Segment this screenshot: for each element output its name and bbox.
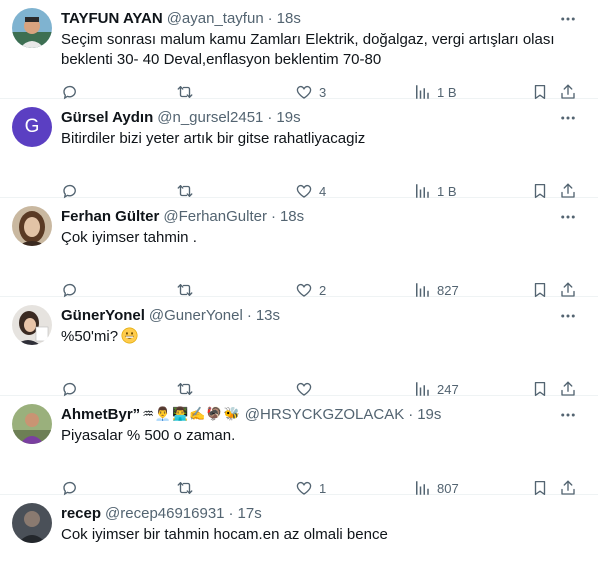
author-handle[interactable]: @FerhanGulter xyxy=(163,208,267,225)
avatar[interactable] xyxy=(12,305,52,345)
author-name[interactable]: Gürsel Aydın xyxy=(61,109,153,126)
views-count: 247 xyxy=(437,381,459,397)
timestamp[interactable]: 13s xyxy=(256,307,280,324)
avatar[interactable] xyxy=(12,206,52,246)
more-icon[interactable] xyxy=(558,306,578,326)
timestamp[interactable]: 18s xyxy=(280,208,304,225)
author-name[interactable]: TAYFUN AYAN xyxy=(61,10,163,27)
tweet[interactable]: recep @recep46916931 · 17s Cok iyimser b… xyxy=(0,495,598,575)
tweet-text: Çok iyimser tahmin . xyxy=(61,229,197,246)
like-count: 3 xyxy=(319,84,327,100)
tweet-text-wrapper: %50'mi? xyxy=(61,327,578,347)
avatar[interactable] xyxy=(12,503,52,543)
author-name[interactable]: GünerYonel xyxy=(61,307,145,324)
separator-dot: · xyxy=(246,306,252,324)
timestamp[interactable]: 19s xyxy=(276,109,300,126)
reply-feed: TAYFUN AYAN @ayan_tayfun · 18s Seçim son… xyxy=(0,0,598,576)
tweet[interactable]: AhmetByr” ♒👨‍💼👨‍💻✍️🦃🐝 @HRSYCKGZOLACAK · … xyxy=(0,396,598,496)
tweet[interactable]: GünerYonel @GunerYonel · 13s %50'mi? 247 xyxy=(0,297,598,397)
tweet-text: Piyasalar % 500 o zaman. xyxy=(61,427,236,444)
tweet[interactable]: TAYFUN AYAN @ayan_tayfun · 18s Seçim son… xyxy=(0,0,598,100)
timestamp[interactable]: 18s xyxy=(277,10,301,27)
separator-dot: · xyxy=(270,207,276,225)
tweet-text: %50'mi? xyxy=(61,328,119,345)
views-count: 1 B xyxy=(437,183,457,199)
author-handle[interactable]: @HRSYCKGZOLACAK xyxy=(245,406,404,423)
separator-dot: · xyxy=(228,504,234,522)
name-emojis: ♒👨‍💼👨‍💻✍️🦃🐝 xyxy=(142,406,241,422)
author-handle[interactable]: @n_gursel2451 xyxy=(157,109,263,126)
tweet-text: Seçim sonrası malum kamu Zamları Elektri… xyxy=(61,31,555,68)
separator-dot: · xyxy=(408,405,414,423)
author-handle[interactable]: @GunerYonel xyxy=(149,307,243,324)
views-count: 807 xyxy=(437,480,459,496)
views-count: 827 xyxy=(437,282,459,298)
tweet-text: Cok iyimser bir tahmin hocam.en az olmal… xyxy=(61,526,388,543)
author-handle[interactable]: @ayan_tayfun xyxy=(167,10,264,27)
separator-dot: · xyxy=(267,9,273,27)
author-name[interactable]: recep xyxy=(61,505,101,522)
timestamp[interactable]: 19s xyxy=(417,406,441,423)
timestamp[interactable]: 17s xyxy=(238,505,262,522)
avatar[interactable] xyxy=(12,404,52,444)
tweet-text: Bitirdiler bizi yeter artık bir gitse ra… xyxy=(61,130,366,147)
avatar[interactable]: G xyxy=(12,107,52,147)
like-count: 4 xyxy=(319,183,327,199)
more-icon[interactable] xyxy=(558,108,578,128)
grinning-face-emoji-icon xyxy=(121,327,138,344)
more-icon[interactable] xyxy=(558,207,578,227)
author-name[interactable]: AhmetByr” xyxy=(61,406,140,423)
like-count: 1 xyxy=(319,480,327,496)
separator-dot: · xyxy=(267,108,273,126)
more-icon[interactable] xyxy=(558,405,578,425)
tweet[interactable]: G Gürsel Aydın @n_gursel2451 · 19s Bitir… xyxy=(0,99,598,199)
more-icon[interactable] xyxy=(558,9,578,29)
avatar[interactable] xyxy=(12,8,52,48)
like-count: 2 xyxy=(319,282,327,298)
author-handle[interactable]: @recep46916931 xyxy=(105,505,225,522)
views-count: 1 B xyxy=(437,84,457,100)
tweet[interactable]: Ferhan Gülter @FerhanGulter · 18s Çok iy… xyxy=(0,198,598,298)
author-name[interactable]: Ferhan Gülter xyxy=(61,208,159,225)
